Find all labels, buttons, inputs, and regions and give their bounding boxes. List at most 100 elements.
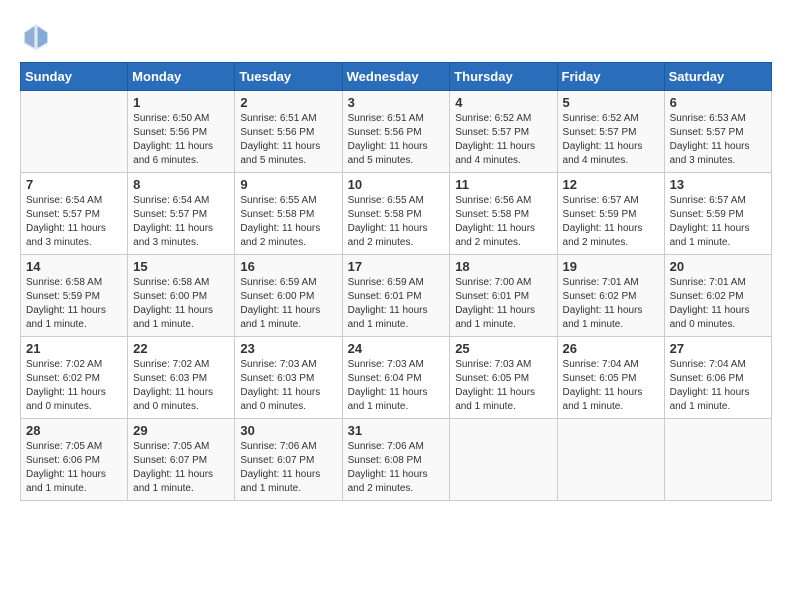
day-number: 18: [455, 259, 551, 274]
day-number: 6: [670, 95, 766, 110]
day-cell: 31 Sunrise: 7:06 AMSunset: 6:08 PMDayligh…: [342, 419, 450, 501]
day-cell: 5 Sunrise: 6:52 AMSunset: 5:57 PMDaylight…: [557, 91, 664, 173]
day-info: Sunrise: 7:04 AMSunset: 6:05 PMDaylight:…: [563, 358, 659, 414]
day-cell: [21, 91, 128, 173]
day-cell: 17 Sunrise: 6:59 AMSunset: 6:01 PMDayligh…: [342, 255, 450, 337]
day-info: Sunrise: 6:52 AMSunset: 5:57 PMDaylight:…: [563, 112, 659, 168]
day-cell: [450, 419, 557, 501]
day-info: Sunrise: 6:59 AMSunset: 6:01 PMDaylight:…: [348, 276, 445, 332]
day-number: 9: [240, 177, 336, 192]
logo: [20, 20, 56, 52]
week-row-3: 14 Sunrise: 6:58 AMSunset: 5:59 PMDayligh…: [21, 255, 772, 337]
page-header: [20, 20, 772, 52]
day-number: 1: [133, 95, 229, 110]
day-info: Sunrise: 7:04 AMSunset: 6:06 PMDaylight:…: [670, 358, 766, 414]
day-info: Sunrise: 7:01 AMSunset: 6:02 PMDaylight:…: [670, 276, 766, 332]
day-number: 7: [26, 177, 122, 192]
header-wednesday: Wednesday: [342, 63, 450, 91]
day-cell: 27 Sunrise: 7:04 AMSunset: 6:06 PMDayligh…: [664, 337, 771, 419]
day-info: Sunrise: 7:03 AMSunset: 6:03 PMDaylight:…: [240, 358, 336, 414]
day-info: Sunrise: 7:02 AMSunset: 6:02 PMDaylight:…: [26, 358, 122, 414]
day-cell: 6 Sunrise: 6:53 AMSunset: 5:57 PMDaylight…: [664, 91, 771, 173]
week-row-1: 1 Sunrise: 6:50 AMSunset: 5:56 PMDaylight…: [21, 91, 772, 173]
day-cell: 26 Sunrise: 7:04 AMSunset: 6:05 PMDayligh…: [557, 337, 664, 419]
header-friday: Friday: [557, 63, 664, 91]
day-cell: 16 Sunrise: 6:59 AMSunset: 6:00 PMDayligh…: [235, 255, 342, 337]
day-cell: 8Sunrise: 6:54 AMSunset: 5:57 PMDaylight…: [128, 173, 235, 255]
header-thursday: Thursday: [450, 63, 557, 91]
week-row-5: 28Sunrise: 7:05 AMSunset: 6:06 PMDayligh…: [21, 419, 772, 501]
day-number: 11: [455, 177, 551, 192]
day-cell: 14 Sunrise: 6:58 AMSunset: 5:59 PMDayligh…: [21, 255, 128, 337]
day-number: 3: [348, 95, 445, 110]
day-info: Sunrise: 6:51 AMSunset: 5:56 PMDaylight:…: [348, 112, 445, 168]
day-number: 19: [563, 259, 659, 274]
day-number: 10: [348, 177, 445, 192]
calendar-table: SundayMondayTuesdayWednesdayThursdayFrid…: [20, 62, 772, 501]
day-cell: 3 Sunrise: 6:51 AMSunset: 5:56 PMDaylight…: [342, 91, 450, 173]
day-number: 4: [455, 95, 551, 110]
day-number: 16: [240, 259, 336, 274]
day-number: 23: [240, 341, 336, 356]
day-cell: 12Sunrise: 6:57 AMSunset: 5:59 PMDayligh…: [557, 173, 664, 255]
header-sunday: Sunday: [21, 63, 128, 91]
day-cell: 25 Sunrise: 7:03 AMSunset: 6:05 PMDayligh…: [450, 337, 557, 419]
day-info: Sunrise: 7:02 AMSunset: 6:03 PMDaylight:…: [133, 358, 229, 414]
day-number: 22: [133, 341, 229, 356]
week-row-4: 21 Sunrise: 7:02 AMSunset: 6:02 PMDayligh…: [21, 337, 772, 419]
day-info: Sunrise: 6:58 AMSunset: 5:59 PMDaylight:…: [26, 276, 122, 332]
day-number: 25: [455, 341, 551, 356]
day-number: 12: [563, 177, 659, 192]
day-info: Sunrise: 7:05 AMSunset: 6:07 PMDaylight:…: [133, 440, 229, 496]
header-saturday: Saturday: [664, 63, 771, 91]
day-number: 26: [563, 341, 659, 356]
header-row: SundayMondayTuesdayWednesdayThursdayFrid…: [21, 63, 772, 91]
day-cell: 13Sunrise: 6:57 AMSunset: 5:59 PMDayligh…: [664, 173, 771, 255]
logo-icon: [20, 20, 52, 52]
day-cell: 23 Sunrise: 7:03 AMSunset: 6:03 PMDayligh…: [235, 337, 342, 419]
day-number: 27: [670, 341, 766, 356]
day-cell: 11 Sunrise: 6:56 AMSunset: 5:58 PMDayligh…: [450, 173, 557, 255]
day-info: Sunrise: 6:57 AMSunset: 5:59 PMDaylight:…: [670, 194, 766, 250]
day-number: 14: [26, 259, 122, 274]
day-info: Sunrise: 6:54 AMSunset: 5:57 PMDaylight:…: [26, 194, 122, 250]
day-cell: 1 Sunrise: 6:50 AMSunset: 5:56 PMDaylight…: [128, 91, 235, 173]
day-cell: 22 Sunrise: 7:02 AMSunset: 6:03 PMDayligh…: [128, 337, 235, 419]
header-monday: Monday: [128, 63, 235, 91]
day-cell: [664, 419, 771, 501]
day-info: Sunrise: 7:01 AMSunset: 6:02 PMDaylight:…: [563, 276, 659, 332]
day-number: 20: [670, 259, 766, 274]
day-number: 30: [240, 423, 336, 438]
header-tuesday: Tuesday: [235, 63, 342, 91]
day-number: 21: [26, 341, 122, 356]
day-info: Sunrise: 6:55 AMSunset: 5:58 PMDaylight:…: [240, 194, 336, 250]
day-number: 17: [348, 259, 445, 274]
day-cell: 19 Sunrise: 7:01 AMSunset: 6:02 PMDayligh…: [557, 255, 664, 337]
day-info: Sunrise: 6:58 AMSunset: 6:00 PMDaylight:…: [133, 276, 229, 332]
day-info: Sunrise: 6:53 AMSunset: 5:57 PMDaylight:…: [670, 112, 766, 168]
day-info: Sunrise: 6:55 AMSunset: 5:58 PMDaylight:…: [348, 194, 445, 250]
day-info: Sunrise: 7:06 AMSunset: 6:08 PMDaylight:…: [348, 440, 445, 496]
day-info: Sunrise: 7:03 AMSunset: 6:05 PMDaylight:…: [455, 358, 551, 414]
day-cell: 18 Sunrise: 7:00 AMSunset: 6:01 PMDayligh…: [450, 255, 557, 337]
day-cell: 29 Sunrise: 7:05 AMSunset: 6:07 PMDayligh…: [128, 419, 235, 501]
day-number: 2: [240, 95, 336, 110]
day-number: 29: [133, 423, 229, 438]
day-cell: 2Sunrise: 6:51 AMSunset: 5:56 PMDaylight…: [235, 91, 342, 173]
day-info: Sunrise: 6:50 AMSunset: 5:56 PMDaylight:…: [133, 112, 229, 168]
day-info: Sunrise: 7:00 AMSunset: 6:01 PMDaylight:…: [455, 276, 551, 332]
day-info: Sunrise: 7:03 AMSunset: 6:04 PMDaylight:…: [348, 358, 445, 414]
day-cell: 28Sunrise: 7:05 AMSunset: 6:06 PMDayligh…: [21, 419, 128, 501]
day-cell: 30Sunrise: 7:06 AMSunset: 6:07 PMDayligh…: [235, 419, 342, 501]
day-number: 5: [563, 95, 659, 110]
day-cell: 20 Sunrise: 7:01 AMSunset: 6:02 PMDayligh…: [664, 255, 771, 337]
day-info: Sunrise: 6:52 AMSunset: 5:57 PMDaylight:…: [455, 112, 551, 168]
day-number: 8: [133, 177, 229, 192]
day-info: Sunrise: 6:59 AMSunset: 6:00 PMDaylight:…: [240, 276, 336, 332]
day-number: 31: [348, 423, 445, 438]
day-cell: [557, 419, 664, 501]
day-number: 15: [133, 259, 229, 274]
day-cell: 4 Sunrise: 6:52 AMSunset: 5:57 PMDaylight…: [450, 91, 557, 173]
day-info: Sunrise: 6:56 AMSunset: 5:58 PMDaylight:…: [455, 194, 551, 250]
day-cell: 15 Sunrise: 6:58 AMSunset: 6:00 PMDayligh…: [128, 255, 235, 337]
